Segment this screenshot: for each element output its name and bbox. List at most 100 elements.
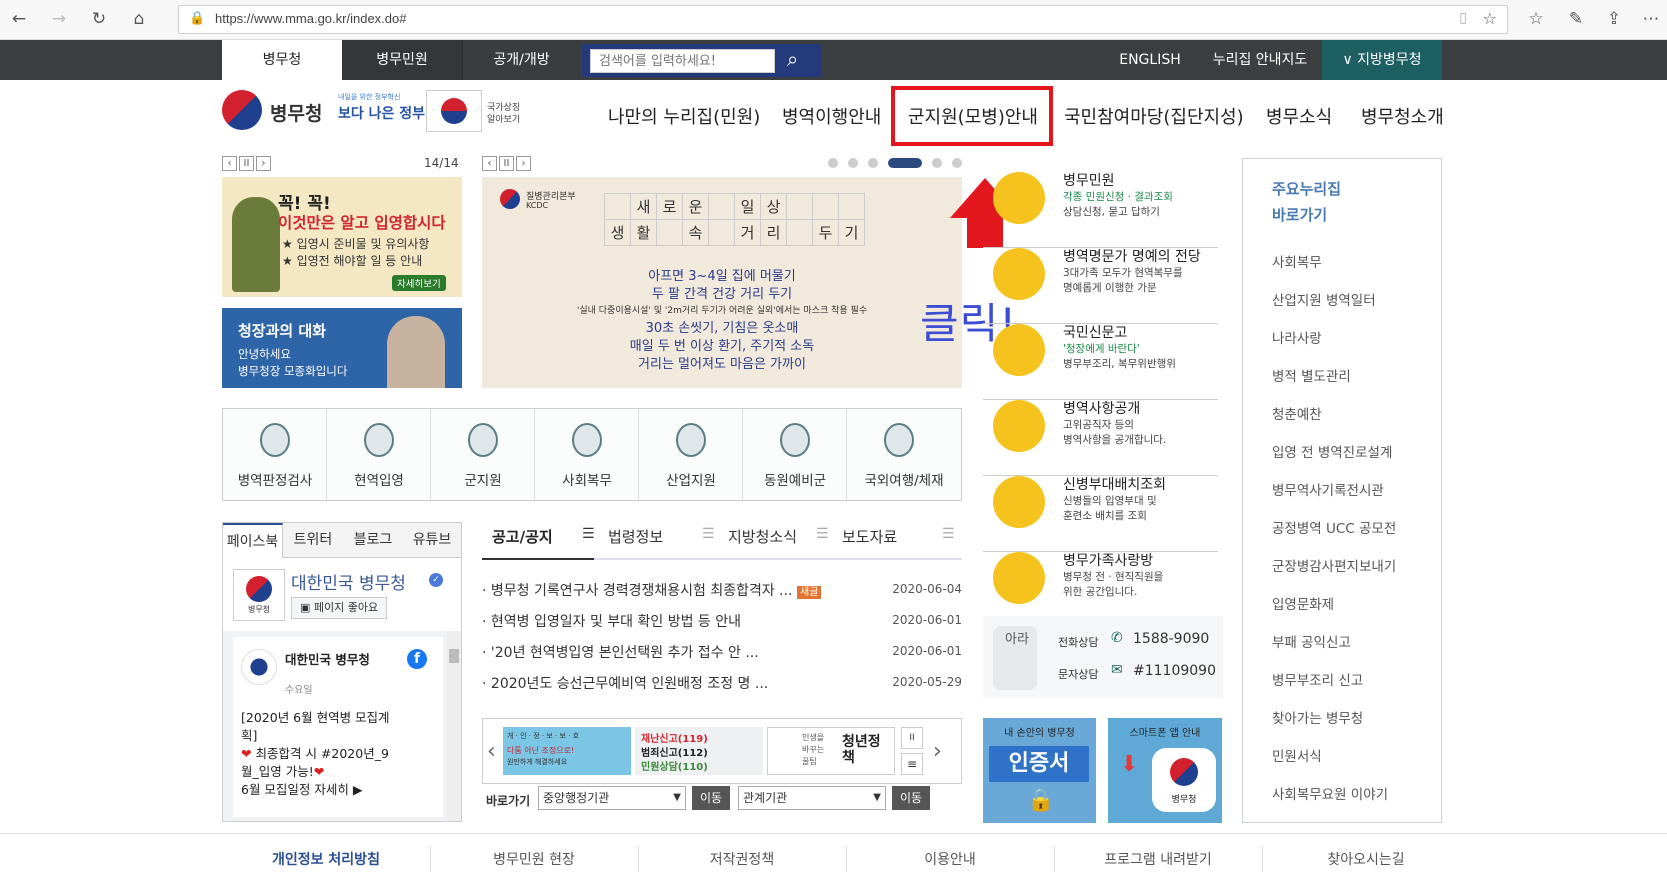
pause-icon[interactable]: II	[239, 156, 254, 171]
notice-row[interactable]: · 병무청 기록연구사 경력경쟁채용시험 최종합격자 ... 새글 2020-06…	[482, 580, 962, 600]
footer-copyright[interactable]: 저작권정책	[638, 849, 846, 869]
facebook-icon[interactable]: f	[407, 649, 427, 669]
forward-icon[interactable]: →	[48, 8, 70, 30]
menu-icon[interactable]: ☰	[816, 526, 829, 542]
service-civil[interactable]: 병무민원 각종 민원신청 · 결과조회 상담신청, 묻고 답하기	[983, 160, 1218, 248]
select-related-agency[interactable]: 관계기관 ▼	[738, 786, 886, 810]
service-disclosure[interactable]: 병역사항공개 고위공직자 등의 병역사항을 공개합니다.	[983, 388, 1218, 476]
logo-text[interactable]: 병무청	[270, 99, 322, 126]
tab-laws[interactable]: 법령정보	[608, 526, 663, 547]
enlistment-banner[interactable]: 꼭! 꼭! 이것만은 알고 입영합시다 ★ 입영시 준비물 및 유의사항 ★ 입…	[222, 177, 462, 297]
main-prev-icon[interactable]: ‹	[482, 156, 497, 171]
banner-privacy[interactable]: 개 · 인 · 정 · 보 · 보 · 호 다툼 아닌 조정으로! 원만하게 해…	[503, 727, 631, 775]
tab-regional-news[interactable]: 지방청소식	[728, 526, 797, 547]
quick-item-reserve[interactable]: 동원예비군	[743, 409, 847, 502]
slide-dot-active[interactable]	[888, 158, 922, 168]
banner1-more-button[interactable]: 자세히보기	[392, 275, 446, 291]
page-name[interactable]: 대한민국 병무청	[291, 569, 406, 594]
mma-logo-icon[interactable]	[222, 90, 262, 130]
gnb-military-service[interactable]: 병역이행안내	[782, 103, 881, 129]
slide-dot[interactable]	[932, 158, 942, 168]
search-input[interactable]	[590, 49, 775, 73]
service-sinmungo[interactable]: 국민신문고 '청장에게 바란다' 병무부조리, 복무위반행위	[983, 312, 1218, 400]
service-family-room[interactable]: 병무가족사랑방 병무청 전 · 현직직원을 위한 공간입니다.	[983, 540, 1218, 628]
shortcut-link[interactable]: 나라사랑	[1272, 327, 1322, 347]
share-icon[interactable]: ⇪	[1603, 8, 1625, 30]
tab-youtube[interactable]: 유튜브	[403, 523, 461, 558]
gnb-news[interactable]: 병무소식	[1266, 103, 1332, 129]
page-avatar[interactable]: 병무청	[233, 569, 285, 621]
footer-download[interactable]: 프로그램 내려받기	[1054, 849, 1262, 869]
slide-dot[interactable]	[848, 158, 858, 168]
flag-icon[interactable]	[426, 90, 482, 132]
notice-row[interactable]: · '20년 현역병입영 본인선택원 추가 접수 안 ... 2020-06-01	[482, 642, 962, 662]
scrollbar[interactable]	[447, 631, 461, 821]
english-link[interactable]: ENGLISH	[1110, 40, 1190, 80]
go-button-1[interactable]: 이동	[692, 786, 730, 810]
post-author[interactable]: 대한민국 병무청	[285, 649, 370, 668]
shortcut-link[interactable]: 산업지원 병역일터	[1272, 289, 1376, 309]
quick-item-volunteer[interactable]: 군지원	[431, 409, 535, 502]
next-banner-icon[interactable]: ›	[933, 739, 942, 764]
shortcut-link[interactable]: 청춘예찬	[1272, 403, 1322, 423]
gnb-my-page[interactable]: 나만의 누리집(민원)	[608, 103, 760, 129]
main-next-icon[interactable]: ›	[516, 156, 531, 171]
next-icon[interactable]: ›	[256, 156, 271, 171]
quick-item-enlistment[interactable]: 현역입영	[327, 409, 431, 502]
notice-row[interactable]: · 2020년도 승선근무예비역 인원배정 조정 명 ... 2020-05-29	[482, 673, 962, 693]
app-promo[interactable]: 스마트폰 앱 안내 병무청 ⬇	[1108, 718, 1222, 823]
menu-icon[interactable]: ☰	[942, 526, 955, 542]
back-icon[interactable]: ←	[8, 8, 30, 30]
footer-directions[interactable]: 찾아오시는길	[1262, 849, 1470, 869]
tab-facebook[interactable]: 페이스북	[223, 523, 283, 558]
shortcut-link[interactable]: 민원서식	[1272, 745, 1322, 765]
list-icon[interactable]: ≡	[901, 753, 923, 775]
tab-blog[interactable]: 블로그	[343, 523, 403, 558]
slide-dot[interactable]	[868, 158, 878, 168]
refresh-icon[interactable]: ↻	[88, 8, 110, 30]
prev-icon[interactable]: ‹	[222, 156, 237, 171]
shortcut-link[interactable]: 입영 전 병역진로설계	[1272, 441, 1392, 461]
footer-usage[interactable]: 이용안내	[846, 849, 1054, 869]
gnb-participation[interactable]: 국민참여마당(집단지성)	[1064, 103, 1244, 129]
prev-banner-icon[interactable]: ‹	[487, 739, 496, 764]
address-bar[interactable]: 🔒 https://www.mma.go.kr/index.do# ▯ ☆	[178, 5, 1508, 34]
pen-icon[interactable]: ✎	[1565, 8, 1587, 30]
menu-icon[interactable]: ☰	[702, 526, 715, 542]
footer-charter[interactable]: 병무민원 현장	[430, 849, 638, 869]
shortcut-link[interactable]: 병무부조리 신고	[1272, 669, 1363, 689]
shortcut-link[interactable]: 사회복무요원 이야기	[1272, 783, 1388, 803]
shortcut-link[interactable]: 사회복무	[1272, 251, 1322, 271]
footer-privacy[interactable]: 개인정보 처리방침	[222, 849, 430, 869]
ceo-banner[interactable]: 청장과의 대화 안녕하세요 병무청장 모종화입니다	[222, 308, 462, 388]
shortcut-link[interactable]: 부패 공익신고	[1272, 631, 1351, 651]
shortcut-link[interactable]: 찾아가는 병무청	[1272, 707, 1363, 727]
tab-twitter[interactable]: 트위터	[283, 523, 343, 558]
menu-icon[interactable]: ☰	[582, 526, 595, 542]
quick-item-social-service[interactable]: 사회복무	[535, 409, 639, 502]
slide-dot[interactable]	[828, 158, 838, 168]
covid-banner[interactable]: 질병관리본부 KCDC 새로운일상 생활속거리두기 아프면 3~4일 집에 머물…	[482, 177, 962, 388]
quick-item-industry[interactable]: 산업지원	[639, 409, 743, 502]
go-button-2[interactable]: 이동	[892, 786, 930, 810]
quick-item-exam[interactable]: 병역판정검사	[223, 409, 327, 502]
cert-promo[interactable]: 내 손안의 병무청 인증서 🔒	[983, 718, 1096, 823]
tab-mma[interactable]: 병무청	[222, 40, 342, 80]
regional-office-button[interactable]: ∨ 지방병무청	[1322, 40, 1442, 80]
banner-emergency[interactable]: 재난신고(119) 범죄신고(112) 민원상담(110)	[635, 727, 763, 775]
tab-press[interactable]: 보도자료	[842, 526, 897, 547]
star-icon[interactable]: ☆	[1483, 9, 1497, 28]
main-pause-icon[interactable]: II	[499, 156, 514, 171]
pause-banner-icon[interactable]: II	[901, 727, 923, 749]
phone-number[interactable]: 1588-9090	[1133, 631, 1209, 647]
reader-icon[interactable]: ▯	[1459, 10, 1467, 26]
banner-youth-policy[interactable]: 인생을 바꾸는 꿀팁 청년정책	[767, 727, 895, 775]
more-icon[interactable]: ⋯	[1640, 8, 1662, 30]
tab-open[interactable]: 공개/개방	[462, 40, 580, 80]
tab-civil[interactable]: 병무민원	[342, 40, 462, 80]
gnb-about[interactable]: 병무청소개	[1361, 103, 1444, 129]
tab-announcements[interactable]: 공고/공지	[492, 526, 553, 547]
favorites-icon[interactable]: ☆	[1525, 8, 1547, 30]
quick-item-overseas[interactable]: 국외여행/체재	[847, 409, 961, 502]
home-icon[interactable]: ⌂	[128, 8, 150, 30]
